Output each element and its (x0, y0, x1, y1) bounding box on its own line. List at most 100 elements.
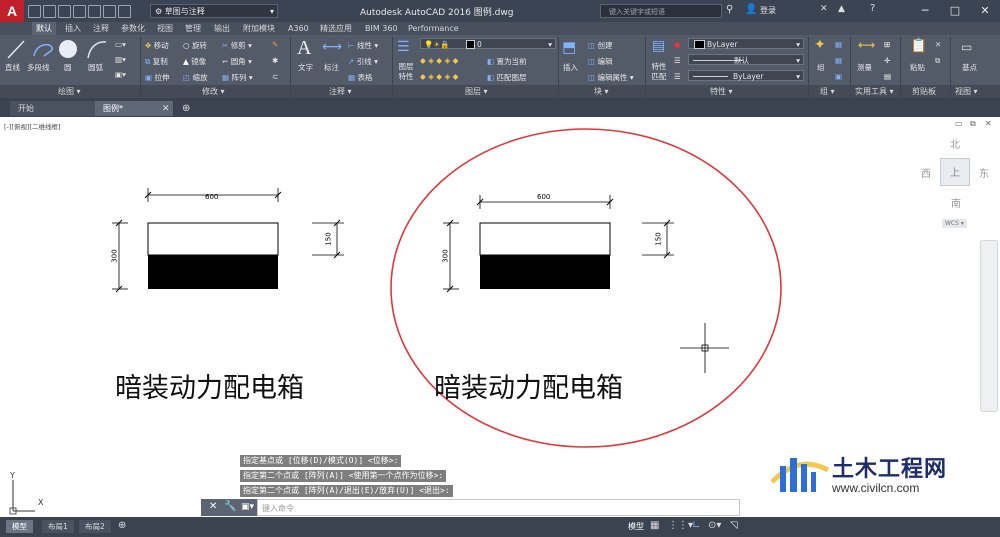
new-file-icon[interactable] (28, 5, 41, 18)
rectangle-icon[interactable]: ▭▾ (115, 40, 126, 49)
polar-icon[interactable]: ⊙▾ (708, 520, 721, 531)
login-button[interactable]: 登录 (760, 5, 776, 16)
linetype-icon[interactable]: ☰ (674, 56, 681, 65)
view-panel-label[interactable]: 视图 ▾ (955, 86, 978, 97)
plot-icon[interactable] (88, 5, 101, 18)
paste-button[interactable]: 粘贴 (910, 62, 925, 73)
tab-featured-apps[interactable]: 精选应用 (320, 22, 352, 35)
add-layout-icon[interactable]: ⊕ (118, 520, 126, 531)
save-as-icon[interactable] (73, 5, 86, 18)
tab-a360[interactable]: A360 (288, 22, 309, 35)
leader-button[interactable]: ↗ 引线 ▾ (348, 56, 378, 67)
modify-panel-label[interactable]: 修改 ▾ (202, 86, 225, 97)
layer-properties-button[interactable]: 图层特性 (395, 62, 417, 82)
compass-west[interactable]: 西 (921, 165, 931, 180)
move-button[interactable]: ✥ 移动 (145, 40, 169, 51)
layer-dropdown[interactable]: 💡☀🔒 0 ▾ (420, 38, 556, 49)
group-edit-icon[interactable]: ▦ (835, 56, 842, 65)
edit-attributes-button[interactable]: ◫ 编辑属性 ▾ (588, 72, 634, 83)
exchange-icon[interactable]: ✕ (820, 4, 828, 14)
recent-commands-icon[interactable]: ▣▾ (241, 502, 254, 512)
text-icon[interactable]: A (297, 37, 311, 60)
scale-button[interactable]: ◰ 缩放 (183, 72, 207, 83)
copy-clip-icon[interactable]: ⧉ (935, 56, 940, 66)
compass-east[interactable]: 东 (979, 165, 989, 180)
boundary-icon[interactable]: ▣▾ (115, 70, 126, 79)
rotate-button[interactable]: ○ 旋转 (183, 40, 207, 51)
doc-tab-start[interactable]: 开始 (10, 101, 96, 116)
edit-block-button[interactable]: ◫ 编辑 (588, 56, 612, 67)
navigation-bar[interactable] (980, 240, 998, 412)
customize-icon[interactable]: 🔧 (224, 501, 236, 512)
lineweight-icon[interactable]: ☰ (674, 72, 681, 81)
ortho-icon[interactable]: ∟ (692, 520, 700, 531)
offset-icon[interactable]: ⊂ (272, 72, 278, 81)
osnap-icon[interactable]: ◹ (730, 520, 738, 531)
redo-icon[interactable] (118, 5, 131, 18)
close-button[interactable]: ✕ (970, 0, 1000, 22)
color-dropdown[interactable]: ByLayer ▾ (688, 38, 804, 49)
base-button[interactable]: 基点 (962, 62, 977, 73)
select-all-icon[interactable]: ✛ (884, 56, 890, 65)
user-icon[interactable]: 👤 (745, 4, 757, 15)
wcs-dropdown[interactable]: WCS ▾ (942, 219, 967, 228)
tab-output[interactable]: 输出 (214, 22, 230, 35)
minimize-button[interactable]: ─ (910, 0, 940, 22)
open-file-icon[interactable] (43, 5, 56, 18)
polyline-button[interactable]: 多段线 (27, 62, 50, 73)
layout-tab-model[interactable]: 模型 (6, 520, 33, 533)
maximize-button[interactable]: □ (940, 0, 970, 22)
compass-north[interactable]: 北 (950, 136, 960, 151)
a360-icon[interactable]: ▲ (838, 4, 845, 14)
tab-manage[interactable]: 管理 (185, 22, 201, 35)
grid-icon[interactable]: ▦ (650, 520, 659, 531)
group-icon[interactable]: ✦ (814, 37, 826, 53)
tab-insert[interactable]: 插入 (65, 22, 81, 35)
layer-state-icons[interactable]: ◆ ◈ ◆ ◈ ◆ (420, 72, 458, 81)
close-command-icon[interactable]: ✕ (209, 501, 217, 512)
viewcube-top-face[interactable]: 上 (940, 158, 970, 186)
model-space-button[interactable]: 模型 (628, 521, 644, 532)
mirror-button[interactable]: ▲ 镜像 (183, 56, 206, 67)
measure-icon[interactable]: ⟷ (858, 38, 875, 52)
hatch-icon[interactable]: ▨▾ (115, 55, 126, 64)
utilities-panel-label[interactable]: 实用工具 ▾ (855, 86, 894, 97)
block-panel-label[interactable]: 块 ▾ (594, 86, 609, 97)
ungroup-icon[interactable]: ▦ (835, 40, 842, 49)
match-layer-button[interactable]: ◧ 匹配图层 (487, 72, 526, 83)
tab-parametric[interactable]: 参数化 (121, 22, 145, 35)
tab-bim360[interactable]: BIM 360 (365, 22, 398, 35)
snap-icon[interactable]: ⋮⋮▾ (668, 520, 693, 531)
trim-button[interactable]: ✂ 修剪 ▾ (222, 40, 252, 51)
new-tab-icon[interactable]: ⊕ (182, 103, 190, 114)
workspace-dropdown[interactable]: ⚙ 草图与注释 ▾ (150, 4, 278, 18)
fillet-button[interactable]: ⌐ 圆角 ▾ (222, 56, 252, 67)
layout-tab-2[interactable]: 布局2 (79, 520, 111, 533)
layer-properties-icon[interactable]: ☰ (397, 39, 410, 55)
array-button[interactable]: ▦ 阵列 ▾ (222, 72, 253, 83)
properties-panel-label[interactable]: 特性 ▾ (710, 86, 733, 97)
save-icon[interactable] (58, 5, 71, 18)
help-icon[interactable]: ? (870, 3, 875, 14)
linetype-dropdown[interactable]: 默认 ▾ (688, 54, 804, 65)
tab-home[interactable]: 默认 (32, 22, 56, 35)
measure-button[interactable]: 测量 (857, 62, 872, 73)
erase-icon[interactable]: ✎ (272, 40, 278, 49)
paste-icon[interactable]: 📋 (910, 38, 927, 54)
explode-icon[interactable]: ✱ (272, 56, 278, 65)
tab-addins[interactable]: 附加模块 (243, 22, 275, 35)
insert-block-icon[interactable]: ⬒ (562, 38, 576, 56)
insert-button[interactable]: 插入 (563, 62, 578, 73)
groups-panel-label[interactable]: 组 ▾ (820, 86, 835, 97)
layout-tab-1[interactable]: 布局1 (42, 520, 74, 533)
lineweight-dropdown[interactable]: ByLayer ▾ (688, 70, 804, 81)
create-block-button[interactable]: ◫ 创建 (588, 40, 612, 51)
search-input[interactable]: 键入关键字或短语 (600, 4, 722, 18)
compass-south[interactable]: 南 (951, 195, 961, 210)
tab-view[interactable]: 视图 (157, 22, 173, 35)
binoculars-icon[interactable]: ⚲ (726, 4, 733, 15)
layers-panel-label[interactable]: 图层 ▾ (465, 86, 488, 97)
line-button[interactable]: 直线 (5, 62, 20, 73)
make-current-button[interactable]: ◧ 置为当前 (487, 56, 526, 67)
text-button[interactable]: 文字 (298, 62, 313, 73)
